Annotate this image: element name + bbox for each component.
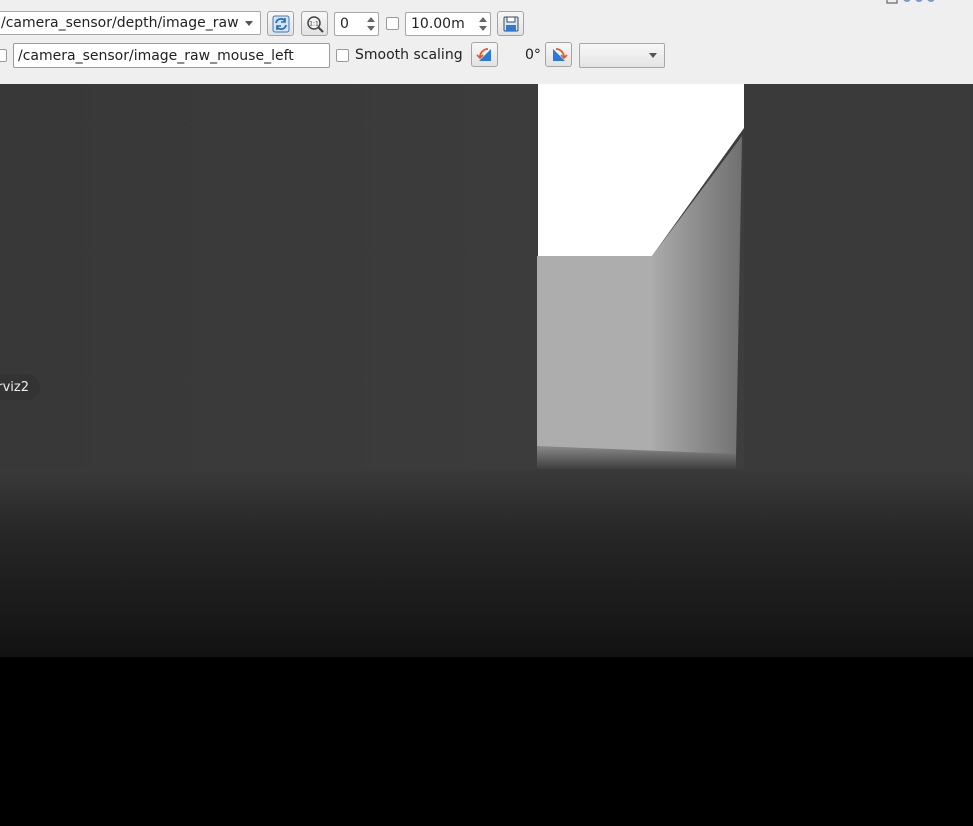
spin-down-icon [367, 26, 375, 31]
svg-text:1:1: 1:1 [309, 20, 319, 27]
rotate-right-button[interactable] [545, 42, 572, 67]
max-range-value: 10.00m [411, 16, 465, 32]
color-scheme-select[interactable] [579, 43, 665, 68]
zoom-spinbox[interactable]: 0 [334, 12, 379, 36]
zoom-original-icon: 1:1 [306, 15, 324, 33]
rotation-label: 0° [525, 47, 541, 63]
spin-down-icon [479, 26, 487, 31]
zoom-original-button[interactable]: 1:1 [301, 11, 328, 36]
max-range-spinbox[interactable]: 10.00m [405, 12, 491, 36]
rotate-left-icon [475, 47, 491, 61]
save-image-button[interactable] [497, 11, 524, 36]
topic-select-value: /camera_sensor/depth/image_raw [1, 15, 239, 31]
spin-up-icon [479, 17, 487, 22]
depth-image-view[interactable]: rviz2 [0, 84, 973, 657]
image-view-toolbar: /camera_sensor/depth/image_raw 1:1 0 10.… [0, 0, 973, 84]
rotate-right-icon [552, 47, 568, 61]
dynamic-range-checkbox[interactable] [386, 17, 399, 30]
depth-image [0, 84, 973, 657]
smooth-scaling-label: Smooth scaling [355, 47, 463, 63]
refresh-topics-button[interactable] [267, 11, 294, 36]
chevron-down-icon [245, 21, 253, 26]
spin-up-icon [367, 17, 375, 22]
mouse-topic-input[interactable]: /camera_sensor/image_raw_mouse_left [13, 43, 330, 68]
mouse-topic-value: /camera_sensor/image_raw_mouse_left [18, 47, 294, 64]
window-control-icons[interactable] [885, 0, 935, 4]
refresh-icon [272, 15, 289, 32]
save-icon [503, 16, 518, 31]
rviz2-tooltip: rviz2 [0, 374, 40, 400]
publish-mouse-checkbox[interactable] [0, 49, 7, 62]
spin-arrows[interactable] [364, 13, 378, 35]
topic-select[interactable]: /camera_sensor/depth/image_raw [0, 11, 261, 35]
rotate-left-button[interactable] [471, 42, 498, 67]
spin-arrows[interactable] [476, 13, 490, 35]
zoom-value: 0 [340, 16, 349, 32]
smooth-scaling-checkbox[interactable] [336, 49, 349, 62]
chevron-down-icon [649, 53, 657, 58]
